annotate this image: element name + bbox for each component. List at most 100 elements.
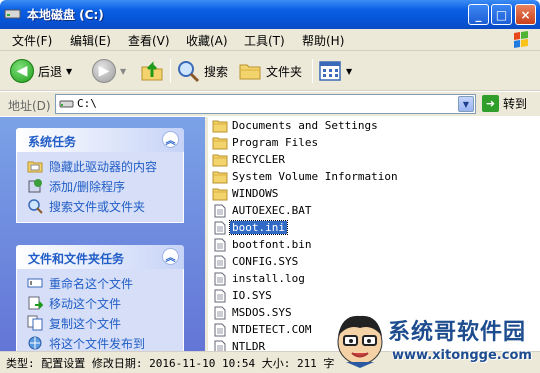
file-name: Program Files — [232, 136, 319, 149]
file-icon — [214, 221, 226, 234]
go-arrow-icon: ➜ — [482, 95, 499, 112]
menu-tools[interactable]: 工具(T) — [244, 32, 285, 49]
file-icon — [214, 204, 226, 217]
file-name: WINDOWS — [232, 187, 279, 200]
file-name: bootfont.bin — [232, 238, 312, 251]
file-item[interactable]: bootfont.bin — [212, 236, 313, 253]
views-dropdown-icon: ▼ — [346, 66, 353, 76]
file-name: NTLDR — [232, 340, 266, 351]
menu-file[interactable]: 文件(F) — [12, 32, 52, 49]
folders-label: 文件夹 — [266, 64, 303, 79]
views-button[interactable]: ▼ — [318, 58, 352, 84]
task-label: 添加/删除程序 — [49, 179, 126, 194]
file-item[interactable]: MSDOS.SYS — [212, 304, 294, 321]
file-item[interactable]: NTLDR — [212, 338, 267, 351]
search-button[interactable]: 搜索 — [176, 58, 228, 84]
folder-item[interactable]: Documents and Settings — [212, 117, 380, 134]
folders-button[interactable]: 文件夹 — [238, 58, 302, 84]
menu-bar: 文件(F) 编辑(E) 查看(V) 收藏(A) 工具(T) 帮助(H) — [0, 29, 540, 51]
go-button[interactable]: ➜ 转到 — [482, 95, 527, 112]
file-tasks-header[interactable]: 文件和文件夹任务 ︽ — [16, 245, 184, 269]
file-item[interactable]: IO.SYS — [212, 287, 274, 304]
back-label: 后退 — [38, 64, 63, 79]
system-tasks-title: 系统任务 — [28, 135, 77, 149]
menu-edit[interactable]: 编辑(E) — [70, 32, 111, 49]
file-item[interactable]: CONFIG.SYS — [212, 253, 300, 270]
task-search-files[interactable]: 搜索文件或文件夹 — [27, 196, 183, 216]
file-name: Documents and Settings — [232, 119, 378, 132]
file-icon — [214, 323, 226, 336]
file-name: CONFIG.SYS — [232, 255, 299, 268]
up-folder-icon — [141, 61, 163, 81]
address-bar: 地址(D) C:\ ▼ ➜ 转到 — [0, 92, 540, 116]
file-icon — [214, 289, 226, 302]
file-item[interactable]: AUTOEXEC.BAT — [212, 202, 313, 219]
task-rename-file[interactable]: 重命名这个文件 — [27, 273, 183, 293]
windows-logo-icon — [514, 31, 528, 48]
file-tasks-panel: 文件和文件夹任务 ︽ 重命名这个文件 移动这个文件 复制这个文件 将这个文件发布… — [16, 245, 184, 351]
task-hide-drive-contents[interactable]: 隐藏此驱动器的内容 — [27, 156, 183, 176]
file-icon — [214, 272, 226, 285]
system-tasks-panel: 系统任务 ︽ 隐藏此驱动器的内容 添加/删除程序 搜索文件或文件夹 — [16, 128, 184, 223]
forward-arrow-icon: ▶ — [92, 59, 116, 83]
task-label: 将这个文件发布到 — [49, 336, 146, 351]
folder-item[interactable]: System Volume Information — [212, 168, 400, 185]
folder-item[interactable]: RECYCLER — [212, 151, 287, 168]
folder-item[interactable]: WINDOWS — [212, 185, 280, 202]
file-item[interactable]: boot.ini — [212, 219, 288, 236]
file-icon — [214, 340, 226, 351]
collapse-chevron-icon[interactable]: ︽ — [162, 248, 179, 265]
add-remove-programs-icon — [28, 179, 42, 193]
up-folder-button[interactable] — [140, 58, 164, 84]
site-watermark: 系统哥软件园 www.xitongge.com — [330, 308, 540, 373]
task-label: 重命名这个文件 — [49, 276, 134, 291]
folder-icon — [212, 171, 228, 183]
go-label: 转到 — [503, 97, 528, 111]
address-dropdown-icon[interactable]: ▼ — [458, 96, 474, 112]
menu-view[interactable]: 查看(V) — [128, 32, 170, 49]
file-item[interactable]: install.log — [212, 270, 307, 287]
search-icon — [178, 61, 200, 83]
search-label: 搜索 — [204, 64, 229, 79]
close-button[interactable]: × — [515, 4, 536, 25]
window-title: 本地磁盘 (C:) — [27, 8, 104, 22]
forward-button[interactable]: ▶ ▼ — [92, 58, 126, 84]
file-icon — [214, 238, 226, 251]
address-value: C:\ — [77, 97, 97, 110]
file-name: install.log — [232, 272, 305, 285]
watermark-title: 系统哥软件园 — [388, 320, 527, 345]
collapse-chevron-icon[interactable]: ︽ — [162, 131, 179, 148]
title-bar: 本地磁盘 (C:) _ □ × — [0, 0, 540, 29]
folders-icon — [239, 64, 261, 80]
file-tasks-title: 文件和文件夹任务 — [28, 252, 125, 266]
task-pane: 系统任务 ︽ 隐藏此驱动器的内容 添加/删除程序 搜索文件或文件夹 文件和文件夹… — [0, 117, 205, 351]
task-move-file[interactable]: 移动这个文件 — [27, 293, 183, 313]
forward-dropdown-icon: ▼ — [120, 66, 127, 76]
menu-favorites[interactable]: 收藏(A) — [186, 32, 228, 49]
task-publish-file[interactable]: 将这个文件发布到 — [27, 333, 183, 351]
mascot-logo — [337, 315, 383, 368]
maximize-button[interactable]: □ — [491, 4, 512, 25]
system-tasks-header[interactable]: 系统任务 ︽ — [16, 128, 184, 152]
task-label: 搜索文件或文件夹 — [49, 199, 146, 214]
file-item[interactable]: NTDETECT.COM — [212, 321, 313, 338]
task-label: 移动这个文件 — [49, 296, 122, 311]
folder-icon — [212, 154, 228, 166]
back-button[interactable]: ◀ 后退 ▼ — [10, 58, 72, 84]
file-name: MSDOS.SYS — [232, 306, 292, 319]
file-name: RECYCLER — [232, 153, 285, 166]
folder-icon — [212, 188, 228, 200]
minimize-button[interactable]: _ — [468, 4, 489, 25]
file-name: AUTOEXEC.BAT — [232, 204, 312, 217]
task-add-remove-programs[interactable]: 添加/删除程序 — [27, 176, 183, 196]
folder-item[interactable]: Program Files — [212, 134, 320, 151]
file-icon — [214, 306, 226, 319]
drive-icon — [59, 100, 74, 108]
folder-icon — [212, 120, 228, 132]
folder-hide-icon — [27, 161, 43, 173]
menu-help[interactable]: 帮助(H) — [302, 32, 344, 49]
address-label: 地址(D) — [8, 99, 51, 113]
search-icon — [28, 199, 43, 214]
address-input[interactable]: C:\ ▼ — [55, 94, 476, 114]
task-copy-file[interactable]: 复制这个文件 — [27, 313, 183, 333]
